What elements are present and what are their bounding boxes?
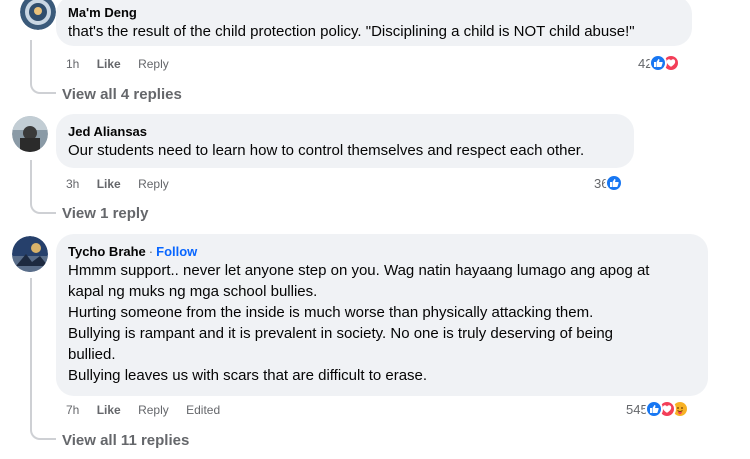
view-replies-link[interactable]: View all 11 replies xyxy=(62,431,189,451)
comment-bubble: Ma'm Deng that's the result of the child… xyxy=(56,0,692,46)
comment-text: Our students need to learn how to contro… xyxy=(68,142,585,159)
comment-text: kapal ng muks ng mga school bullies. xyxy=(68,283,318,300)
like-button[interactable]: Like xyxy=(97,177,121,191)
follow-button[interactable]: Follow xyxy=(156,244,197,259)
comment-actions: 7h Like Reply Edited xyxy=(66,402,234,418)
comment-text: Bullying leaves us with scars that are d… xyxy=(68,367,428,384)
comment-text: Hurting someone from the inside is much … xyxy=(68,304,594,321)
avatar[interactable] xyxy=(12,236,48,272)
thread-connector xyxy=(30,160,56,214)
comment-author[interactable]: Jed Aliansas xyxy=(68,124,147,139)
comment-author[interactable]: Tycho Brahe xyxy=(68,244,146,259)
reply-button[interactable]: Reply xyxy=(138,177,169,191)
reply-button[interactable]: Reply xyxy=(138,57,169,71)
comment-time[interactable]: 3h xyxy=(66,177,79,191)
reaction-summary[interactable]: 36 xyxy=(594,173,624,193)
comment-time[interactable]: 7h xyxy=(66,403,79,417)
like-button[interactable]: Like xyxy=(97,57,121,71)
view-replies-link[interactable]: View all 4 replies xyxy=(62,85,182,105)
comment-bubble: Tycho Brahe · Follow Hmmm support.. never … xyxy=(56,234,708,396)
view-replies-link[interactable]: View 1 reply xyxy=(62,204,148,224)
comment-text: Bullying is rampant and it is prevalent … xyxy=(68,325,614,342)
avatar[interactable] xyxy=(12,116,48,152)
reply-button[interactable]: Reply xyxy=(138,403,169,417)
separator-dot: · xyxy=(148,244,154,259)
like-icon xyxy=(644,400,663,418)
edited-label[interactable]: Edited xyxy=(186,403,220,417)
avatar[interactable] xyxy=(20,0,56,30)
comment-text: that's the result of the child protectio… xyxy=(68,23,635,40)
comment-text: bullied. xyxy=(68,346,116,363)
comments-section: Ma'm Deng that's the result of the child… xyxy=(0,0,750,459)
like-icon xyxy=(605,174,624,192)
comment-bubble: Jed Aliansas Our students need to learn … xyxy=(56,114,634,168)
thread-connector xyxy=(30,278,56,440)
like-button[interactable]: Like xyxy=(97,403,121,417)
thread-connector xyxy=(30,40,56,94)
comment-time[interactable]: 1h xyxy=(66,57,79,71)
comment-text: Hmmm support.. never let anyone step on … xyxy=(68,262,650,279)
comment-actions: 1h Like Reply xyxy=(66,56,183,72)
reaction-summary[interactable]: 545 xyxy=(626,399,689,419)
reaction-summary[interactable]: 42 xyxy=(638,53,681,73)
comment-author[interactable]: Ma'm Deng xyxy=(68,5,137,20)
comment-actions: 3h Like Reply xyxy=(66,176,183,192)
